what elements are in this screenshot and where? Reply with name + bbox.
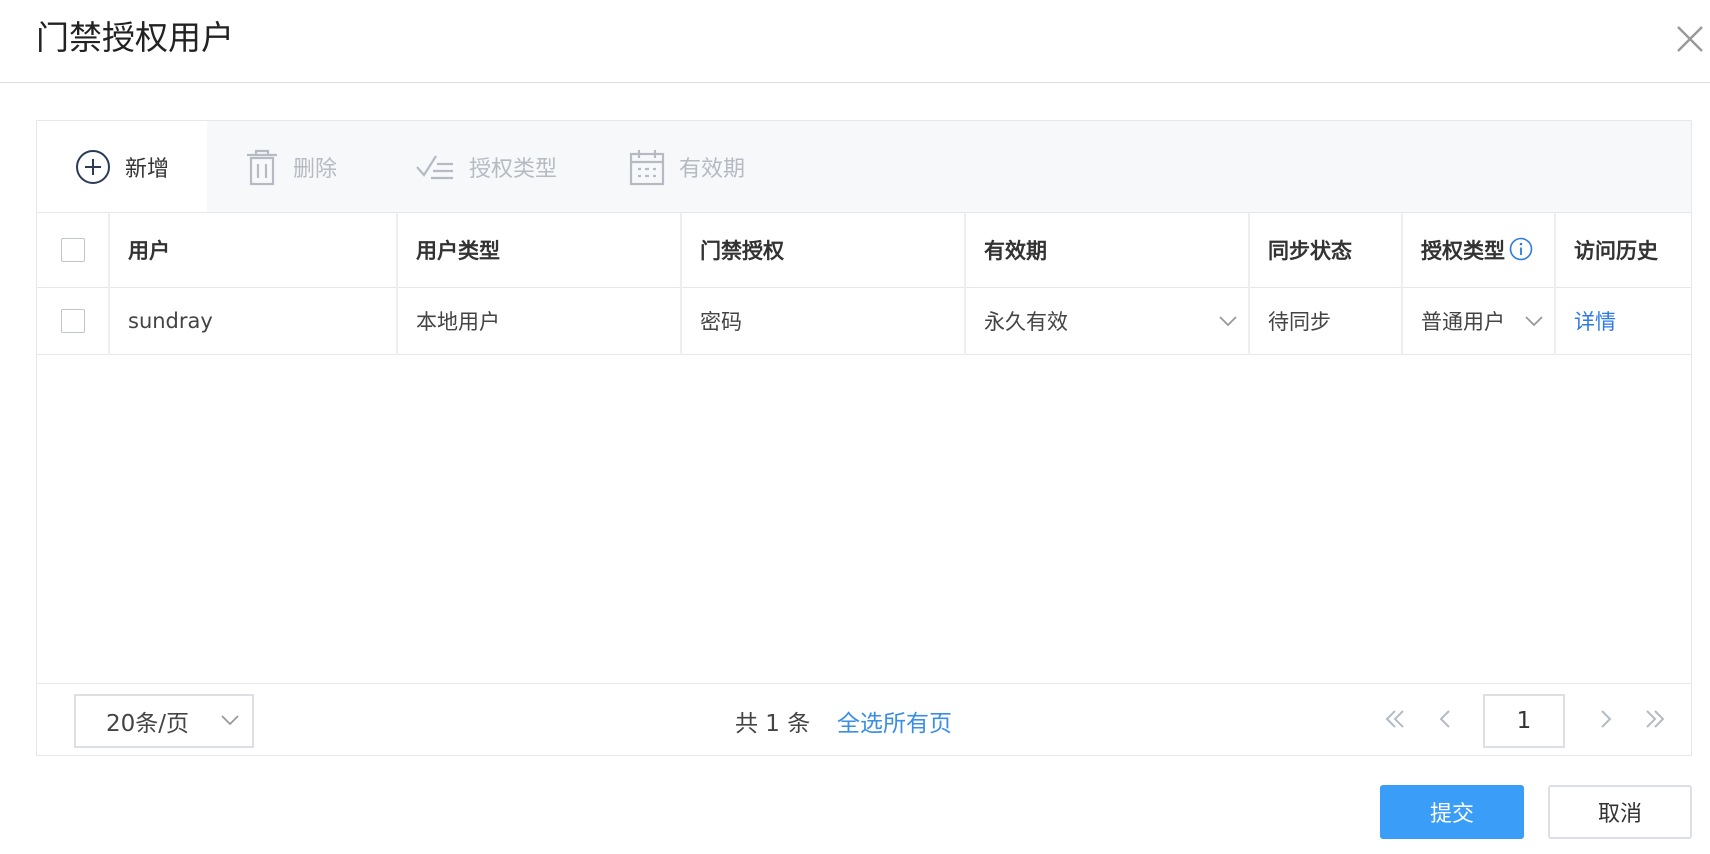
row-checkbox-cell — [37, 287, 110, 355]
header-user: 用户 — [109, 213, 398, 288]
auth-type-select[interactable]: 普通用户 — [1402, 287, 1556, 355]
add-button-label: 新增 — [125, 156, 170, 182]
delete-button-label: 删除 — [293, 156, 338, 182]
user-table: 用户 用户类型 门禁授权 有效期 同步状态 授权类型 访问历史 sundray — [37, 213, 1691, 355]
chevron-down-icon — [1219, 315, 1237, 326]
validity-button-label: 有效期 — [679, 156, 746, 182]
trash-icon — [247, 149, 277, 185]
table-header-row: 用户 用户类型 门禁授权 有效期 同步状态 授权类型 访问历史 — [37, 213, 1691, 288]
cell-sync-status: 待同步 — [1249, 287, 1403, 355]
header-validity: 有效期 — [965, 213, 1250, 288]
header-access-auth: 门禁授权 — [681, 213, 966, 288]
calendar-icon — [629, 149, 665, 185]
auth-type-button[interactable]: 授权类型 — [415, 121, 557, 212]
header-sync-status: 同步状态 — [1249, 213, 1403, 288]
chevron-down-icon — [221, 715, 239, 726]
dialog-header: 门禁授权用户 — [0, 0, 1710, 83]
header-auth-type-cell: 授权类型 — [1402, 213, 1556, 288]
row-checkbox[interactable] — [60, 309, 85, 333]
header-auth-type: 授权类型 — [1421, 238, 1505, 263]
plus-circle-icon — [76, 149, 110, 184]
history-detail-link[interactable]: 详情 — [1574, 310, 1616, 334]
close-icon[interactable] — [1675, 24, 1705, 54]
validity-select[interactable]: 永久有效 — [965, 287, 1250, 355]
pagination-bar: 20条/页 共 1 条 全选所有页 — [37, 683, 1691, 755]
header-history: 访问历史 — [1555, 213, 1691, 288]
delete-button[interactable]: 删除 — [245, 121, 337, 212]
dialog-title: 门禁授权用户 — [36, 18, 234, 57]
cell-history: 详情 — [1555, 287, 1691, 355]
toolbar: 新增 删除 授权类型 有效期 — [37, 121, 1691, 213]
cell-user: sundray — [109, 287, 398, 355]
select-all-checkbox[interactable] — [60, 238, 85, 263]
header-checkbox-cell — [37, 213, 110, 288]
prev-page-icon[interactable] — [1432, 706, 1458, 732]
cancel-button[interactable]: 取消 — [1548, 785, 1692, 839]
validity-button[interactable]: 有效期 — [629, 121, 745, 212]
next-page-icon[interactable] — [1593, 706, 1619, 732]
table-row: sundray 本地用户 密码 永久有效 待同步 普通用户 详情 — [37, 287, 1691, 355]
user-panel: 新增 删除 授权类型 有效期 用户 用户类型 门禁授权 有效期 同步状态 授权类… — [36, 120, 1692, 756]
last-page-icon[interactable] — [1642, 706, 1668, 732]
first-page-icon[interactable] — [1382, 706, 1408, 732]
cell-user-type: 本地用户 — [397, 287, 682, 355]
auth-type-button-label: 授权类型 — [469, 156, 558, 182]
page-size-value: 20条/页 — [106, 711, 190, 737]
total-count: 共 1 条 — [735, 711, 811, 737]
cell-access-auth: 密码 — [681, 287, 966, 355]
page-size-select[interactable]: 20条/页 — [74, 694, 254, 748]
checklist-icon — [416, 154, 453, 179]
close-button[interactable] — [1675, 24, 1705, 54]
validity-select-value: 永久有效 — [984, 309, 1068, 334]
submit-button[interactable]: 提交 — [1380, 785, 1524, 839]
page-number-input[interactable] — [1483, 694, 1565, 748]
select-all-pages-link[interactable]: 全选所有页 — [837, 704, 952, 738]
info-icon[interactable] — [1509, 237, 1533, 261]
header-user-type: 用户类型 — [397, 213, 682, 288]
chevron-down-icon — [1525, 315, 1543, 326]
add-button[interactable]: 新增 — [37, 121, 207, 212]
auth-type-select-value: 普通用户 — [1421, 309, 1505, 334]
